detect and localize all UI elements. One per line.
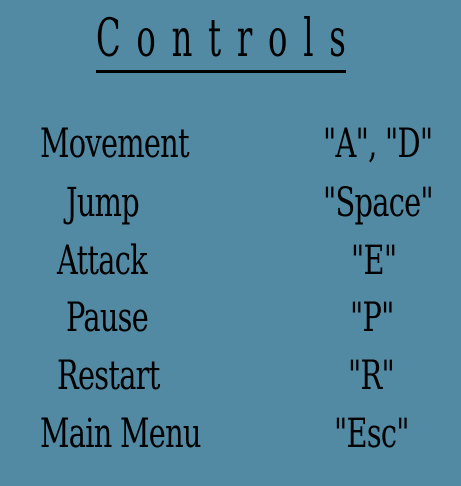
control-row-jump: Jump "Space" (0, 180, 461, 226)
control-row-restart: Restart "R" (0, 353, 461, 399)
title-underline (96, 70, 346, 73)
title-letter: o (136, 9, 156, 69)
control-row-main-menu: Main Menu "Esc" (0, 411, 461, 457)
title-letter: n (171, 9, 193, 69)
title-letter: t (208, 9, 222, 69)
control-key-label: "R" (348, 353, 395, 399)
control-row-movement: Movement "A", "D" (0, 121, 461, 167)
control-action-label: Restart (57, 353, 160, 399)
title-letter: C (96, 9, 121, 69)
control-action-label: Main Menu (40, 411, 201, 457)
control-action-label: Pause (66, 295, 149, 341)
control-key-label: "E" (351, 238, 397, 284)
control-key-label: "A", "D" (323, 121, 433, 167)
control-row-attack: Attack "E" (0, 238, 461, 284)
page-title: C o n t r o l s (96, 10, 346, 68)
control-action-label: Movement (40, 121, 190, 167)
control-key-label: "Esc" (334, 411, 410, 457)
title-letter: s (329, 9, 346, 69)
control-action-label: Jump (66, 180, 140, 226)
title-letter: o (268, 9, 288, 69)
control-key-label: "Space" (323, 180, 434, 226)
control-key-label: "P" (350, 295, 394, 341)
title-letter: r (236, 9, 253, 69)
control-action-label: Attack (57, 238, 148, 284)
title-letter: l (303, 9, 314, 69)
control-row-pause: Pause "P" (0, 295, 461, 341)
